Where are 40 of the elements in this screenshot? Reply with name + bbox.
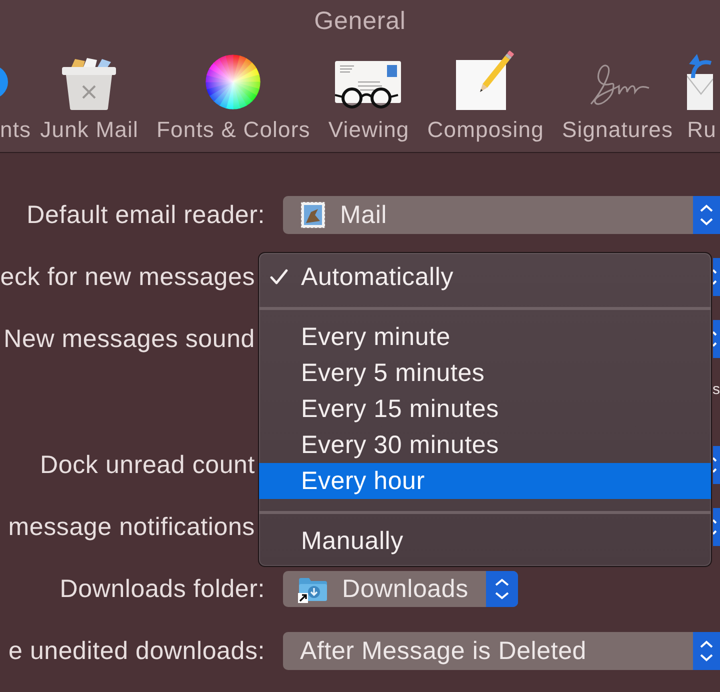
menu-item[interactable]: Manually: [259, 523, 711, 559]
toolbar-button[interactable]: Viewing: [328, 46, 410, 144]
menu-item[interactable]: Every 5 minutes: [259, 355, 711, 391]
label-fragment: s: [712, 380, 720, 400]
toolbar-button[interactable]: Ru: [687, 46, 716, 144]
color-wheel-icon: [205, 54, 262, 110]
field-label: New messages sound: [4, 324, 255, 354]
trash-can-icon: [61, 56, 118, 110]
stepper-icon: [486, 571, 518, 607]
field-label: Downloads folder:: [60, 574, 265, 604]
popup-button[interactable]: After Message is Deleted: [283, 632, 720, 670]
stepper-icon[interactable]: [713, 258, 720, 296]
stamp-icon: [300, 201, 326, 229]
menu-item[interactable]: Every 30 minutes: [259, 427, 711, 463]
stepper-icon[interactable]: [713, 446, 720, 484]
menu-item[interactable]: Every minute: [259, 319, 711, 355]
toolbar-button[interactable]: Signatures: [562, 46, 674, 144]
field-label: Default email reader:: [26, 200, 265, 230]
field-label: eck for new messages: [0, 262, 255, 292]
popup-button[interactable]: Downloads: [283, 571, 518, 607]
field-label: Dock unread count: [40, 450, 255, 480]
toolbar-button[interactable]: nts: [0, 46, 32, 144]
stepper-icon[interactable]: [713, 508, 720, 546]
field-label: message notifications: [8, 512, 255, 542]
download-folder-icon: [298, 575, 328, 603]
menu-item[interactable]: Automatically: [259, 259, 711, 295]
field-label: e unedited downloads:: [8, 636, 265, 666]
toolbar-button[interactable]: Junk Mail: [40, 46, 138, 144]
menu-item[interactable]: Every 15 minutes: [259, 391, 711, 427]
paper-and-pencil-icon: [456, 48, 516, 110]
envelope-arrow-icon: [687, 54, 714, 110]
stepper-icon: [693, 632, 720, 670]
toolbar-button[interactable]: Composing: [427, 46, 544, 144]
window-title: General: [313, 6, 407, 37]
toolbar-button[interactable]: Fonts & Colors: [156, 46, 310, 144]
popup-button[interactable]: Mail: [283, 196, 720, 234]
stepper-icon: [693, 196, 720, 234]
menu-item[interactable]: Every hour: [259, 463, 711, 499]
stepper-icon[interactable]: [713, 320, 720, 358]
letter-with-glasses-icon: [334, 60, 404, 110]
